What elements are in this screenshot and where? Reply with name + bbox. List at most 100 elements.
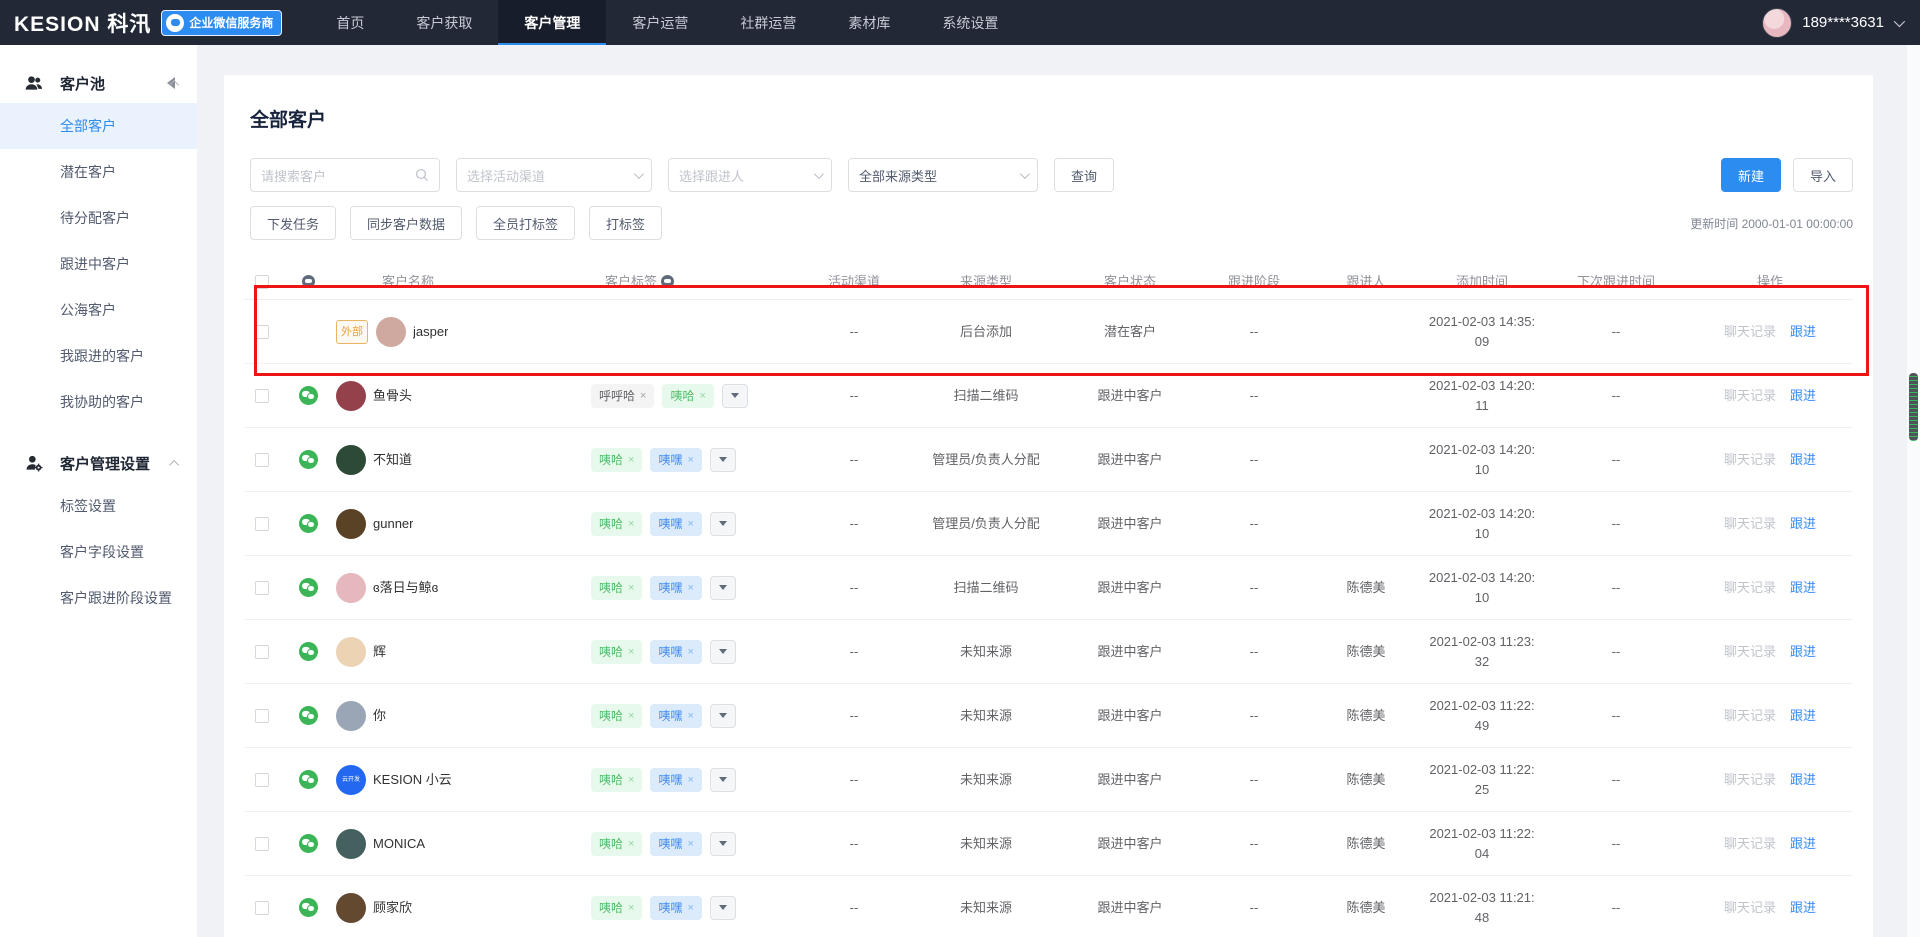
sidebar-item[interactable]: 我跟进的客户 [0, 333, 197, 379]
nav-item-active[interactable]: 客户管理 [498, 0, 606, 45]
import-button[interactable]: 导入 [1793, 158, 1853, 192]
scrollbar-thumb[interactable] [1909, 373, 1918, 441]
nav-item-[interactable]: 素材库 [822, 0, 916, 45]
remove-tag-icon[interactable]: × [687, 578, 693, 598]
row-checkbox[interactable] [255, 773, 269, 787]
nav-item-[interactable]: 客户获取 [390, 0, 498, 45]
sidebar-item[interactable]: 标签设置 [0, 483, 197, 529]
remove-tag-icon[interactable]: × [628, 514, 634, 534]
tag-dropdown-button[interactable] [722, 384, 748, 408]
row-checkbox[interactable] [255, 837, 269, 851]
remove-tag-icon[interactable]: × [687, 450, 693, 470]
customer-tag[interactable]: 咦嘿× [650, 640, 701, 664]
nav-item-[interactable]: 首页 [310, 0, 390, 45]
remove-tag-icon[interactable]: × [687, 898, 693, 918]
sidebar-item[interactable]: 跟进中客户 [0, 241, 197, 287]
remove-tag-icon[interactable]: × [687, 514, 693, 534]
follow-link[interactable]: 跟进 [1790, 770, 1816, 790]
filter-select[interactable]: 选择跟进人 [668, 158, 832, 192]
follow-link[interactable]: 跟进 [1790, 578, 1816, 598]
customer-tag[interactable]: 咦哈× [591, 576, 642, 600]
follow-link[interactable]: 跟进 [1790, 898, 1816, 918]
row-checkbox[interactable] [255, 389, 269, 403]
row-checkbox[interactable] [255, 325, 269, 339]
tag-dropdown-button[interactable] [710, 704, 736, 728]
tag-dropdown-button[interactable] [710, 896, 736, 920]
customer-tag[interactable]: 咦哈× [591, 640, 642, 664]
customer-tag[interactable]: 咦嘿× [650, 768, 701, 792]
remove-tag-icon[interactable]: × [687, 770, 693, 790]
nav-item-[interactable]: 系统设置 [916, 0, 1024, 45]
chat-record-link[interactable]: 聊天记录 [1724, 514, 1776, 534]
sidebar-item[interactable]: 客户字段设置 [0, 529, 197, 575]
remove-tag-icon[interactable]: × [640, 386, 646, 406]
remove-tag-icon[interactable]: × [687, 834, 693, 854]
row-checkbox[interactable] [255, 453, 269, 467]
chat-record-link[interactable]: 聊天记录 [1724, 450, 1776, 470]
chat-record-link[interactable]: 聊天记录 [1724, 322, 1776, 342]
follow-link[interactable]: 跟进 [1790, 834, 1816, 854]
customer-tag[interactable]: 咦哈× [591, 448, 642, 472]
chat-record-link[interactable]: 聊天记录 [1724, 386, 1776, 406]
tag-dropdown-button[interactable] [710, 512, 736, 536]
follow-link[interactable]: 跟进 [1790, 642, 1816, 662]
follow-link[interactable]: 跟进 [1790, 322, 1816, 342]
tag-dropdown-button[interactable] [710, 576, 736, 600]
chat-record-link[interactable]: 聊天记录 [1724, 834, 1776, 854]
follow-link[interactable]: 跟进 [1790, 514, 1816, 534]
customer-tag[interactable]: 咦哈× [591, 832, 642, 856]
follow-link[interactable]: 跟进 [1790, 386, 1816, 406]
chat-record-link[interactable]: 聊天记录 [1724, 706, 1776, 726]
chat-record-link[interactable]: 聊天记录 [1724, 898, 1776, 918]
toolbar-button[interactable]: 全员打标签 [476, 206, 575, 240]
sidebar-item[interactable]: 我协助的客户 [0, 379, 197, 425]
sidebar-item[interactable]: 客户跟进阶段设置 [0, 575, 197, 621]
remove-tag-icon[interactable]: × [628, 578, 634, 598]
customer-tag[interactable]: 咦嘿× [650, 832, 701, 856]
remove-tag-icon[interactable]: × [628, 642, 634, 662]
remove-tag-icon[interactable]: × [628, 450, 634, 470]
customer-tag[interactable]: 咦嘿× [650, 704, 701, 728]
customer-tag[interactable]: 咦哈× [662, 384, 713, 408]
customer-tag[interactable]: 咦嘿× [650, 512, 701, 536]
row-checkbox[interactable] [255, 581, 269, 595]
remove-tag-icon[interactable]: × [628, 898, 634, 918]
filter-select[interactable]: 选择活动渠道 [456, 158, 652, 192]
nav-item-[interactable]: 社群运营 [714, 0, 822, 45]
user-menu[interactable]: 189****3631 [1762, 8, 1902, 38]
sidebar-item[interactable]: 待分配客户 [0, 195, 197, 241]
nav-item-[interactable]: 客户运营 [606, 0, 714, 45]
row-checkbox[interactable] [255, 645, 269, 659]
toolbar-button[interactable]: 下发任务 [250, 206, 336, 240]
tag-dropdown-button[interactable] [710, 640, 736, 664]
row-checkbox[interactable] [255, 901, 269, 915]
remove-tag-icon[interactable]: × [628, 706, 634, 726]
customer-tag[interactable]: 咦哈× [591, 512, 642, 536]
chat-record-link[interactable]: 聊天记录 [1724, 770, 1776, 790]
customer-tag[interactable]: 呼呼哈× [591, 384, 654, 408]
select-all-checkbox[interactable] [255, 275, 269, 289]
customer-tag[interactable]: 咦哈× [591, 896, 642, 920]
follow-link[interactable]: 跟进 [1790, 450, 1816, 470]
row-checkbox[interactable] [255, 517, 269, 531]
tag-dropdown-button[interactable] [710, 768, 736, 792]
remove-tag-icon[interactable]: × [687, 642, 693, 662]
remove-tag-icon[interactable]: × [628, 834, 634, 854]
tag-dropdown-button[interactable] [710, 448, 736, 472]
row-checkbox[interactable] [255, 709, 269, 723]
customer-tag[interactable]: 咦哈× [591, 704, 642, 728]
chat-record-link[interactable]: 聊天记录 [1724, 642, 1776, 662]
customer-tag[interactable]: 咦嘿× [650, 896, 701, 920]
sidebar-item[interactable]: 公海客户 [0, 287, 197, 333]
toolbar-button[interactable]: 打标签 [589, 206, 662, 240]
sidebar-section-header[interactable]: 客户管理设置 [0, 443, 197, 483]
query-button[interactable]: 查询 [1054, 158, 1114, 192]
toolbar-button[interactable]: 同步客户数据 [350, 206, 462, 240]
customer-tag[interactable]: 咦嘿× [650, 448, 701, 472]
sidebar-item[interactable]: 全部客户 [0, 103, 197, 149]
chat-record-link[interactable]: 聊天记录 [1724, 578, 1776, 598]
remove-tag-icon[interactable]: × [628, 770, 634, 790]
search-input[interactable]: 请搜索客户 [250, 158, 440, 192]
customer-tag[interactable]: 咦嘿× [650, 576, 701, 600]
new-button[interactable]: 新建 [1721, 158, 1781, 192]
